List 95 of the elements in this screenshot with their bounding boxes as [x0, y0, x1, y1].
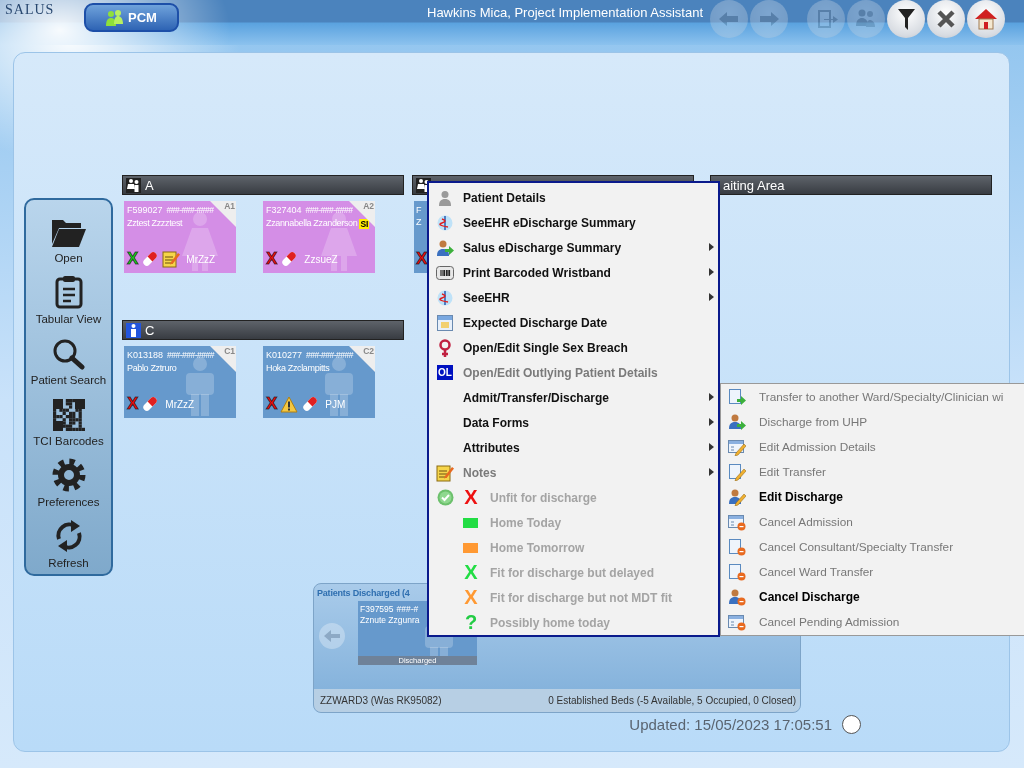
- menu-item[interactable]: Attributes: [429, 435, 718, 460]
- female-symbol-icon: [438, 338, 452, 357]
- nhs-number: ###-###-####: [306, 350, 353, 361]
- status-mark: ?: [463, 611, 479, 634]
- barcode-band-icon: [436, 265, 454, 280]
- menu-item[interactable]: Admit/Transfer/Discharge: [429, 385, 718, 410]
- sidebar-button[interactable]: Patient Search: [26, 326, 111, 387]
- patient-card[interactable]: K010277 ###-###-#### C2 Hoka Zzclampitts X PJM: [263, 346, 375, 418]
- patient-id: F: [416, 205, 422, 215]
- clinician-name: MrZzZ: [165, 398, 195, 410]
- menu-item[interactable]: SeeEHR eDischarge Summary: [429, 210, 718, 235]
- menu-item[interactable]: Expected Discharge Date: [429, 310, 718, 335]
- notepad-icon: [436, 463, 454, 482]
- menu-item[interactable]: Patient Details: [429, 185, 718, 210]
- menu-item[interactable]: Salus eDischarge Summary: [429, 235, 718, 260]
- bed-number: C1: [224, 346, 235, 356]
- patient-name: Z: [416, 217, 422, 227]
- form-pencil-icon: [727, 437, 746, 456]
- menu-item[interactable]: Cancel Discharge: [721, 584, 1024, 609]
- status-mark: X: [266, 395, 278, 413]
- clipboard-icon: [54, 275, 83, 309]
- sidebar-button[interactable]: TCI Barcodes: [26, 387, 111, 448]
- nhs-number: ###-###-####: [167, 350, 214, 361]
- bay-name: aiting Area: [723, 177, 785, 193]
- person-cancel-icon: [727, 587, 746, 606]
- bed-number: C2: [363, 346, 374, 356]
- bed-summary: 0 Established Beds (-5 Available, 5 Occupied, 0 Closed): [548, 695, 796, 706]
- sidebar-button[interactable]: Preferences: [26, 448, 111, 509]
- status-mark: X: [463, 486, 479, 509]
- clinician-name: MrZzZ: [186, 253, 216, 265]
- sidebar-button[interactable]: Open: [26, 204, 111, 265]
- patient-name: Zznute Zzgunra: [360, 615, 420, 625]
- patient-card[interactable]: F327404 ###-###-#### A2 Zzannabella Zzanderson SI X ZzsueZ: [263, 201, 375, 273]
- calendar-icon: [437, 314, 453, 331]
- page-cancel-icon: [727, 562, 746, 581]
- nhs-number: ###-#: [396, 604, 419, 614]
- nhs-number: ###-###-####: [305, 205, 353, 216]
- status-mark: X: [127, 250, 139, 268]
- patient-id: F599027: [127, 205, 163, 215]
- patient-name: Zztest Zzzztest: [127, 218, 183, 228]
- status-mark: X: [266, 250, 278, 268]
- status-mark: X: [416, 250, 428, 268]
- sidebar-button[interactable]: Tabular View: [26, 265, 111, 326]
- person-icon: [126, 322, 141, 338]
- logo: SALUS: [5, 2, 56, 18]
- qr-code-icon: [52, 399, 85, 431]
- si-badge: SI: [359, 219, 370, 229]
- round-button[interactable]: [927, 0, 965, 38]
- person-arrow-icon: [436, 239, 454, 256]
- person-pencil-icon: [727, 487, 746, 506]
- ward-name: ZZWARD3 (Was RK95082): [320, 695, 442, 706]
- folder-icon: [50, 218, 87, 248]
- gear-icon: [51, 458, 86, 492]
- menu-item[interactable]: Data Forms: [429, 410, 718, 435]
- bay-name: A: [145, 177, 154, 193]
- nhs-number: ###-###-####: [166, 205, 214, 216]
- clinician-name: ZzsueZ: [304, 253, 338, 265]
- status-mark: X: [463, 561, 479, 584]
- patient-card[interactable]: K013188 ###-###-#### C1 Pablo Zztruro X MrZzZ: [124, 346, 236, 418]
- menu-item[interactable]: Open/Edit Single Sex Breach: [429, 335, 718, 360]
- patient-id: F327404: [266, 205, 302, 215]
- form-cancel-icon: [727, 612, 746, 631]
- page-pencil-icon: [727, 462, 746, 481]
- pcm-button[interactable]: PCM: [84, 3, 179, 32]
- patient-name: Zzannabella Zzanderson: [266, 218, 358, 229]
- search-icon: [51, 338, 86, 370]
- patient-id: K010277: [266, 350, 303, 360]
- clinician-name: PJM: [325, 398, 346, 410]
- menu-item[interactable]: Print Barcoded Wristband: [429, 260, 718, 285]
- menu-item[interactable]: Edit Discharge: [721, 484, 1024, 509]
- patient-id: F397595: [360, 604, 394, 614]
- ol-badge: OL: [437, 365, 453, 380]
- round-button[interactable]: [887, 0, 925, 38]
- sidebar-button[interactable]: Refresh: [26, 509, 111, 570]
- patient-name: Hoka Zzclampitts: [266, 363, 330, 373]
- bed-number: A2: [363, 201, 374, 211]
- bay-name: C: [145, 322, 155, 338]
- people-icon: [106, 9, 125, 26]
- menu-item[interactable]: SeeEHR: [429, 285, 718, 310]
- caduceus-icon: [437, 214, 453, 231]
- updated-time: Updated: 15/05/2023 17:05:51: [629, 716, 832, 733]
- person-arrow-icon: [727, 412, 746, 431]
- caduceus-icon: [437, 289, 453, 306]
- panel-title: Patients Discharged (4: [317, 588, 410, 598]
- patient-name: Pablo Zztruro: [127, 363, 177, 373]
- status-mark: X: [127, 395, 139, 413]
- patient-card[interactable]: F599027 ###-###-#### A1 Zztest Zzzztest X MrZzZ: [124, 201, 236, 273]
- page-cancel-icon: [727, 537, 746, 556]
- form-cancel-icon: [727, 512, 746, 531]
- person-icon: [437, 189, 453, 206]
- status-circle: [842, 715, 861, 734]
- bed-number: A1: [224, 201, 235, 211]
- user-title: Hawkins Mica, Project Implementation Assistant: [427, 5, 703, 20]
- page-arrow-icon: [727, 387, 746, 406]
- patient-id: K013188: [127, 350, 164, 360]
